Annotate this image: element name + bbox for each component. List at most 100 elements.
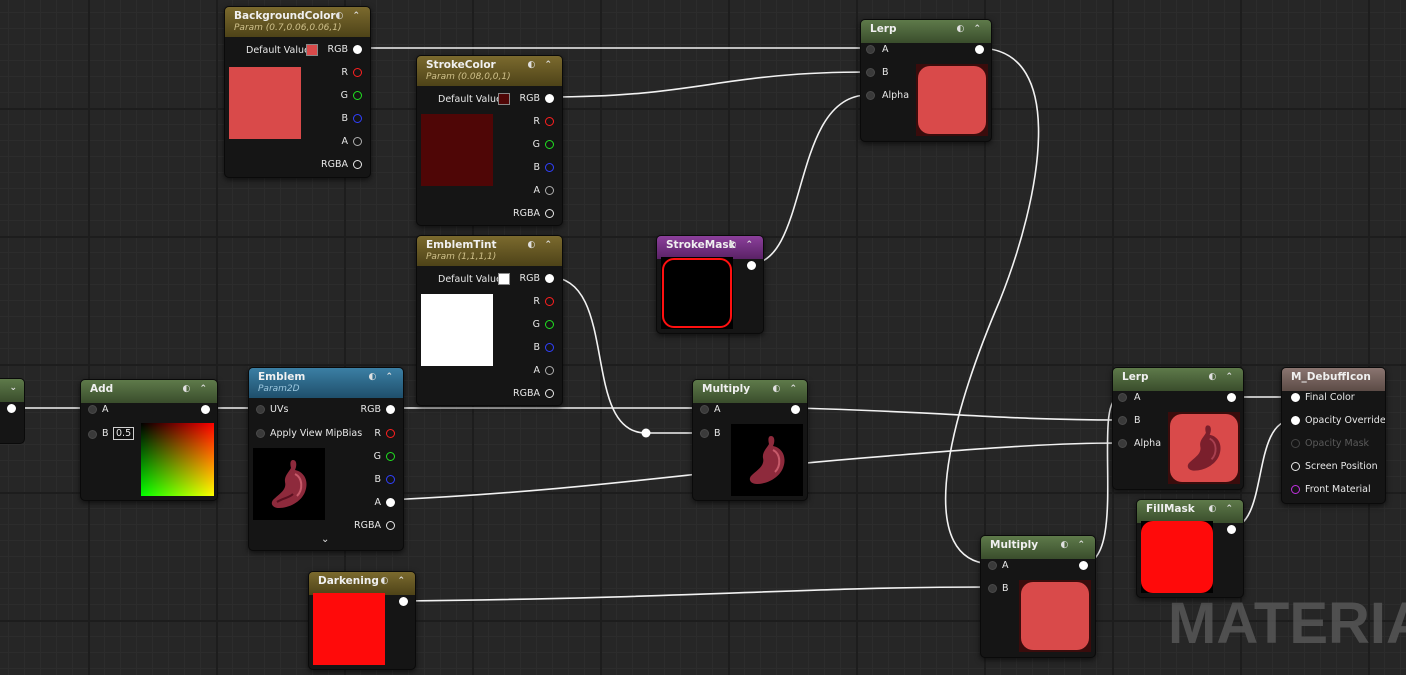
node-title: Multiply — [990, 539, 1039, 551]
preview-toggle-icon[interactable]: ◐ ⌃ — [772, 384, 800, 394]
output-pin-g[interactable] — [545, 140, 554, 149]
preview-toggle-icon[interactable]: ◐ ⌃ — [527, 60, 555, 70]
input-pin-b[interactable] — [988, 584, 997, 593]
lerp-top-node[interactable]: Lerp ◐ ⌃ A B Alpha — [860, 19, 992, 142]
input-pin-screen-position[interactable] — [1291, 462, 1300, 471]
output-pin-g[interactable] — [386, 452, 395, 461]
output-pin-rgb[interactable] — [353, 45, 362, 54]
lerp-right-node[interactable]: Lerp ◐ ⌃ A B Alpha — [1112, 367, 1244, 490]
input-pin-uvs[interactable] — [256, 405, 265, 414]
output-pin[interactable] — [1227, 525, 1236, 534]
stomach-emblem-icon — [271, 460, 307, 508]
input-pin-a[interactable] — [88, 405, 97, 414]
input-pin-opacity-mask — [1291, 439, 1300, 448]
input-pin-alpha[interactable] — [1118, 439, 1127, 448]
add-node[interactable]: Add ◐ ⌃ A B 0.5 — [80, 379, 218, 501]
preview-toggle-icon[interactable]: ◐ ⌃ — [1208, 372, 1236, 382]
preview-toggle-icon[interactable]: ◐ ⌃ — [182, 384, 210, 394]
input-pin-front-material[interactable] — [1291, 485, 1300, 494]
output-pin[interactable] — [791, 405, 800, 414]
output-pin-b[interactable] — [353, 114, 362, 123]
offscreen-node-stub[interactable]: ⌄ — [0, 378, 25, 444]
output-pin-g[interactable] — [545, 320, 554, 329]
preview-toggle-icon[interactable]: ◐ ⌃ — [728, 240, 756, 250]
preview-toggle-icon[interactable]: ◐ ⌃ — [1060, 540, 1088, 550]
uv-gradient-preview — [141, 423, 214, 496]
output-pin-g[interactable] — [353, 91, 362, 100]
output-pin-rgb[interactable] — [545, 274, 554, 283]
output-pin-r[interactable] — [545, 117, 554, 126]
input-label-b: B — [882, 67, 889, 78]
output-label-b: B — [533, 342, 540, 353]
pin-label-screen-position: Screen Position — [1305, 461, 1378, 472]
output-pin-rgba[interactable] — [353, 160, 362, 169]
node-title: FillMask — [1146, 503, 1195, 515]
output-pin-a[interactable] — [545, 366, 554, 375]
node-title: M_DebuffIcon — [1291, 371, 1371, 383]
input-pin-alpha[interactable] — [866, 91, 875, 100]
output-pin-r[interactable] — [386, 429, 395, 438]
stroke-color-node[interactable]: StrokeColor Param (0.08,0,0,1) ◐ ⌃ Defau… — [416, 55, 563, 226]
input-pin-a[interactable] — [1118, 393, 1127, 402]
output-pin[interactable] — [975, 45, 984, 54]
input-pin-a[interactable] — [988, 561, 997, 570]
output-pin[interactable] — [1227, 393, 1236, 402]
preview-toggle-icon[interactable]: ◐ ⌃ — [380, 576, 408, 586]
output-pin-a[interactable] — [545, 186, 554, 195]
output-label-a: A — [533, 185, 541, 196]
stroke-mask-node[interactable]: StrokeMask ◐ ⌃ — [656, 235, 764, 334]
output-pin-rgb[interactable] — [545, 94, 554, 103]
output-pin[interactable] — [747, 261, 756, 270]
output-pin-r[interactable] — [545, 297, 554, 306]
preview-toggle-icon[interactable]: ◐ ⌃ — [335, 11, 363, 21]
input-pin-b[interactable] — [866, 68, 875, 77]
b-value-field[interactable]: 0.5 — [113, 427, 135, 440]
preview-toggle-icon[interactable]: ◐ ⌃ — [368, 372, 396, 382]
node-subtitle: Param2D — [258, 384, 300, 394]
offscreen-node-output-pin[interactable] — [7, 404, 16, 413]
output-pin-r[interactable] — [353, 68, 362, 77]
output-pin-a[interactable] — [353, 137, 362, 146]
output-pin-b[interactable] — [386, 475, 395, 484]
output-pin-rgba[interactable] — [386, 521, 395, 530]
output-pin[interactable] — [201, 405, 210, 414]
input-label-alpha: Alpha — [1134, 438, 1162, 449]
input-pin-b[interactable] — [88, 430, 97, 439]
expand-chevron-icon[interactable]: ⌄ — [321, 534, 329, 545]
preview-toggle-icon[interactable]: ◐ ⌃ — [527, 240, 555, 250]
pin-label-final-color: Final Color — [1305, 392, 1355, 403]
input-pin-b[interactable] — [700, 429, 709, 438]
input-pin-b[interactable] — [1118, 416, 1127, 425]
multiply-mid-node[interactable]: Multiply ◐ ⌃ A B — [692, 379, 808, 501]
input-pin-a[interactable] — [700, 405, 709, 414]
output-label-a: A — [374, 497, 382, 508]
output-pin-rgba[interactable] — [545, 209, 554, 218]
output-pin[interactable] — [1079, 561, 1088, 570]
default-value-swatch[interactable] — [306, 44, 318, 56]
result-header: M_DebuffIcon — [1282, 368, 1385, 391]
input-pin-final-color[interactable] — [1291, 393, 1300, 402]
default-value-swatch[interactable] — [498, 273, 510, 285]
output-pin-b[interactable] — [545, 343, 554, 352]
preview-toggle-icon[interactable]: ◐ ⌃ — [1208, 504, 1236, 514]
background-color-node[interactable]: BackgroundColor Param (0.7,0.06,0.06,1) … — [224, 6, 371, 178]
emblem-tint-header: EmblemTint Param (1,1,1,1) ◐ ⌃ — [417, 236, 562, 266]
output-pin-rgb[interactable] — [386, 405, 395, 414]
output-pin-a[interactable] — [386, 498, 395, 507]
input-pin-a[interactable] — [866, 45, 875, 54]
darkening-node[interactable]: Darkening ◐ ⌃ — [308, 571, 416, 670]
input-pin-opacity-override[interactable] — [1291, 416, 1300, 425]
output-pin-b[interactable] — [545, 163, 554, 172]
fill-mask-node[interactable]: FillMask ◐ ⌃ — [1136, 499, 1244, 598]
input-pin-mipbias[interactable] — [256, 429, 265, 438]
emblem-node[interactable]: Emblem Param2D ◐ ⌃ UVs Apply View MipBia… — [248, 367, 404, 551]
multiply-preview — [1021, 582, 1089, 650]
output-label-r: R — [374, 428, 381, 439]
output-pin[interactable] — [399, 597, 408, 606]
default-value-swatch[interactable] — [498, 93, 510, 105]
output-pin-rgba[interactable] — [545, 389, 554, 398]
multiply-bottom-node[interactable]: Multiply ◐ ⌃ A B — [980, 535, 1096, 658]
result-node[interactable]: M_DebuffIcon Final Color Opacity Overrid… — [1281, 367, 1386, 504]
emblem-tint-node[interactable]: EmblemTint Param (1,1,1,1) ◐ ⌃ Default V… — [416, 235, 563, 406]
preview-toggle-icon[interactable]: ◐ ⌃ — [956, 24, 984, 34]
